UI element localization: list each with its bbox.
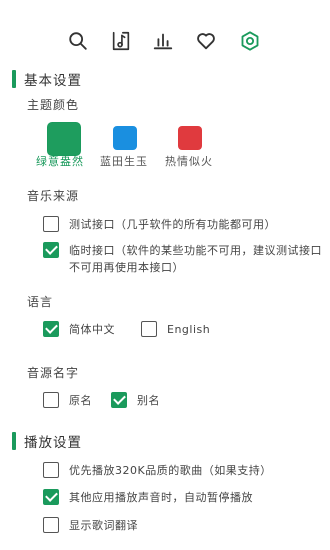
checkbox[interactable] (111, 392, 127, 408)
option-label: 原名 (69, 394, 92, 407)
theme-name-blue: 蓝田生玉 (100, 155, 148, 168)
checkbox[interactable] (141, 321, 157, 337)
checkbox[interactable] (43, 462, 59, 478)
music-note-icon[interactable] (106, 26, 136, 56)
theme-swatch-blue[interactable] (113, 126, 137, 150)
theme-color-label: 主题颜色 (27, 98, 80, 112)
search-icon[interactable] (63, 26, 93, 56)
section-title-text: 播放设置 (24, 435, 82, 451)
music-source-label: 音乐来源 (27, 189, 80, 203)
source-name-label: 音源名字 (27, 366, 80, 380)
theme-name-red: 热情似火 (165, 155, 213, 168)
chart-icon[interactable] (148, 26, 178, 56)
settings-gear-icon[interactable] (235, 26, 265, 56)
option-label: 测试接口（几乎软件的所有功能都可用） (69, 218, 276, 231)
theme-name-green: 绿意盎然 (36, 155, 84, 168)
option-label: 别名 (137, 394, 160, 407)
naming-option-original[interactable]: 原名 (43, 392, 92, 409)
section-title-text: 基本设置 (24, 73, 82, 89)
source-option-temporary[interactable]: 临时接口（软件的某些功能不可用，建议测试接口不可用再使用本接口） (43, 242, 323, 276)
option-label: 优先播放320K品质的歌曲（如果支持） (69, 464, 272, 477)
language-option-en[interactable]: English (141, 321, 210, 338)
source-option-test[interactable]: 测试接口（几乎软件的所有功能都可用） (43, 216, 313, 233)
playback-option-320k[interactable]: 优先播放320K品质的歌曲（如果支持） (43, 462, 272, 479)
checkbox[interactable] (43, 392, 59, 408)
top-toolbar (0, 26, 330, 58)
playback-option-auto-pause[interactable]: 其他应用播放声音时，自动暂停播放 (43, 489, 253, 506)
option-label: 简体中文 (69, 323, 115, 336)
playback-option-lyrics-translation[interactable]: 显示歌词翻译 (43, 517, 138, 534)
checkbox[interactable] (43, 242, 59, 258)
checkbox[interactable] (43, 321, 59, 337)
section-basic-settings: 基本设置 (12, 70, 82, 89)
heart-icon[interactable] (191, 26, 221, 56)
language-option-zh[interactable]: 简体中文 (43, 321, 115, 338)
language-label: 语言 (27, 295, 54, 309)
option-label: 临时接口（软件的某些功能不可用，建议测试接口不可用再使用本接口） (69, 244, 322, 274)
section-playback-settings: 播放设置 (12, 432, 82, 451)
option-label: English (167, 323, 211, 336)
checkbox[interactable] (43, 489, 59, 505)
section-accent-bar (12, 432, 16, 450)
checkbox[interactable] (43, 216, 59, 232)
option-label: 其他应用播放声音时，自动暂停播放 (69, 491, 253, 504)
naming-option-alias[interactable]: 别名 (111, 392, 160, 409)
section-accent-bar (12, 70, 16, 88)
theme-swatch-green[interactable] (47, 122, 81, 156)
option-label: 显示歌词翻译 (69, 519, 138, 532)
theme-swatch-red[interactable] (178, 126, 202, 150)
checkbox[interactable] (43, 517, 59, 533)
